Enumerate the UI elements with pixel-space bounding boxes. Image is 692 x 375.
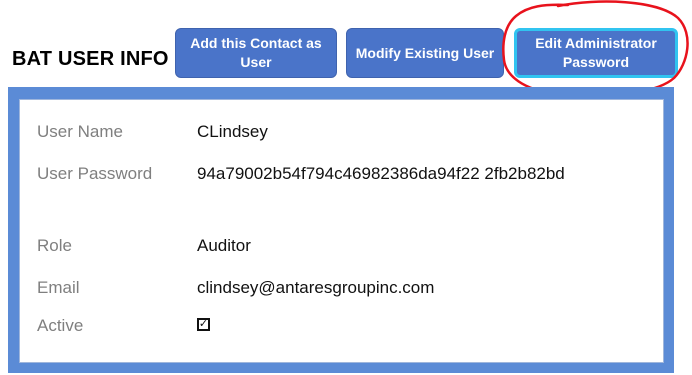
user-password-label: User Password: [37, 164, 153, 183]
add-contact-as-user-button[interactable]: Add this Contact as User: [175, 28, 337, 78]
email-value: clindsey@antaresgroupinc.com: [197, 278, 435, 297]
active-checkbox[interactable]: ✓: [197, 318, 210, 331]
section-title: BAT USER INFO: [12, 48, 169, 70]
user-info-panel: User Name CLindsey User Password 94a7900…: [19, 99, 664, 363]
user-name-label: User Name: [37, 122, 123, 141]
edit-administrator-password-button[interactable]: Edit Administrator Password: [514, 28, 678, 78]
user-info-panel-frame: User Name CLindsey User Password 94a7900…: [8, 87, 674, 373]
email-label: Email: [37, 278, 80, 297]
user-name-value: CLindsey: [197, 122, 268, 141]
modify-existing-user-button[interactable]: Modify Existing User: [346, 28, 504, 78]
role-label: Role: [37, 236, 72, 255]
role-value: Auditor: [197, 236, 251, 255]
page: BAT USER INFO Add this Contact as User M…: [0, 0, 692, 375]
active-label: Active: [37, 316, 84, 335]
user-password-value: 94a79002b54f794c46982386da94f22 2fb2b82b…: [197, 164, 565, 183]
